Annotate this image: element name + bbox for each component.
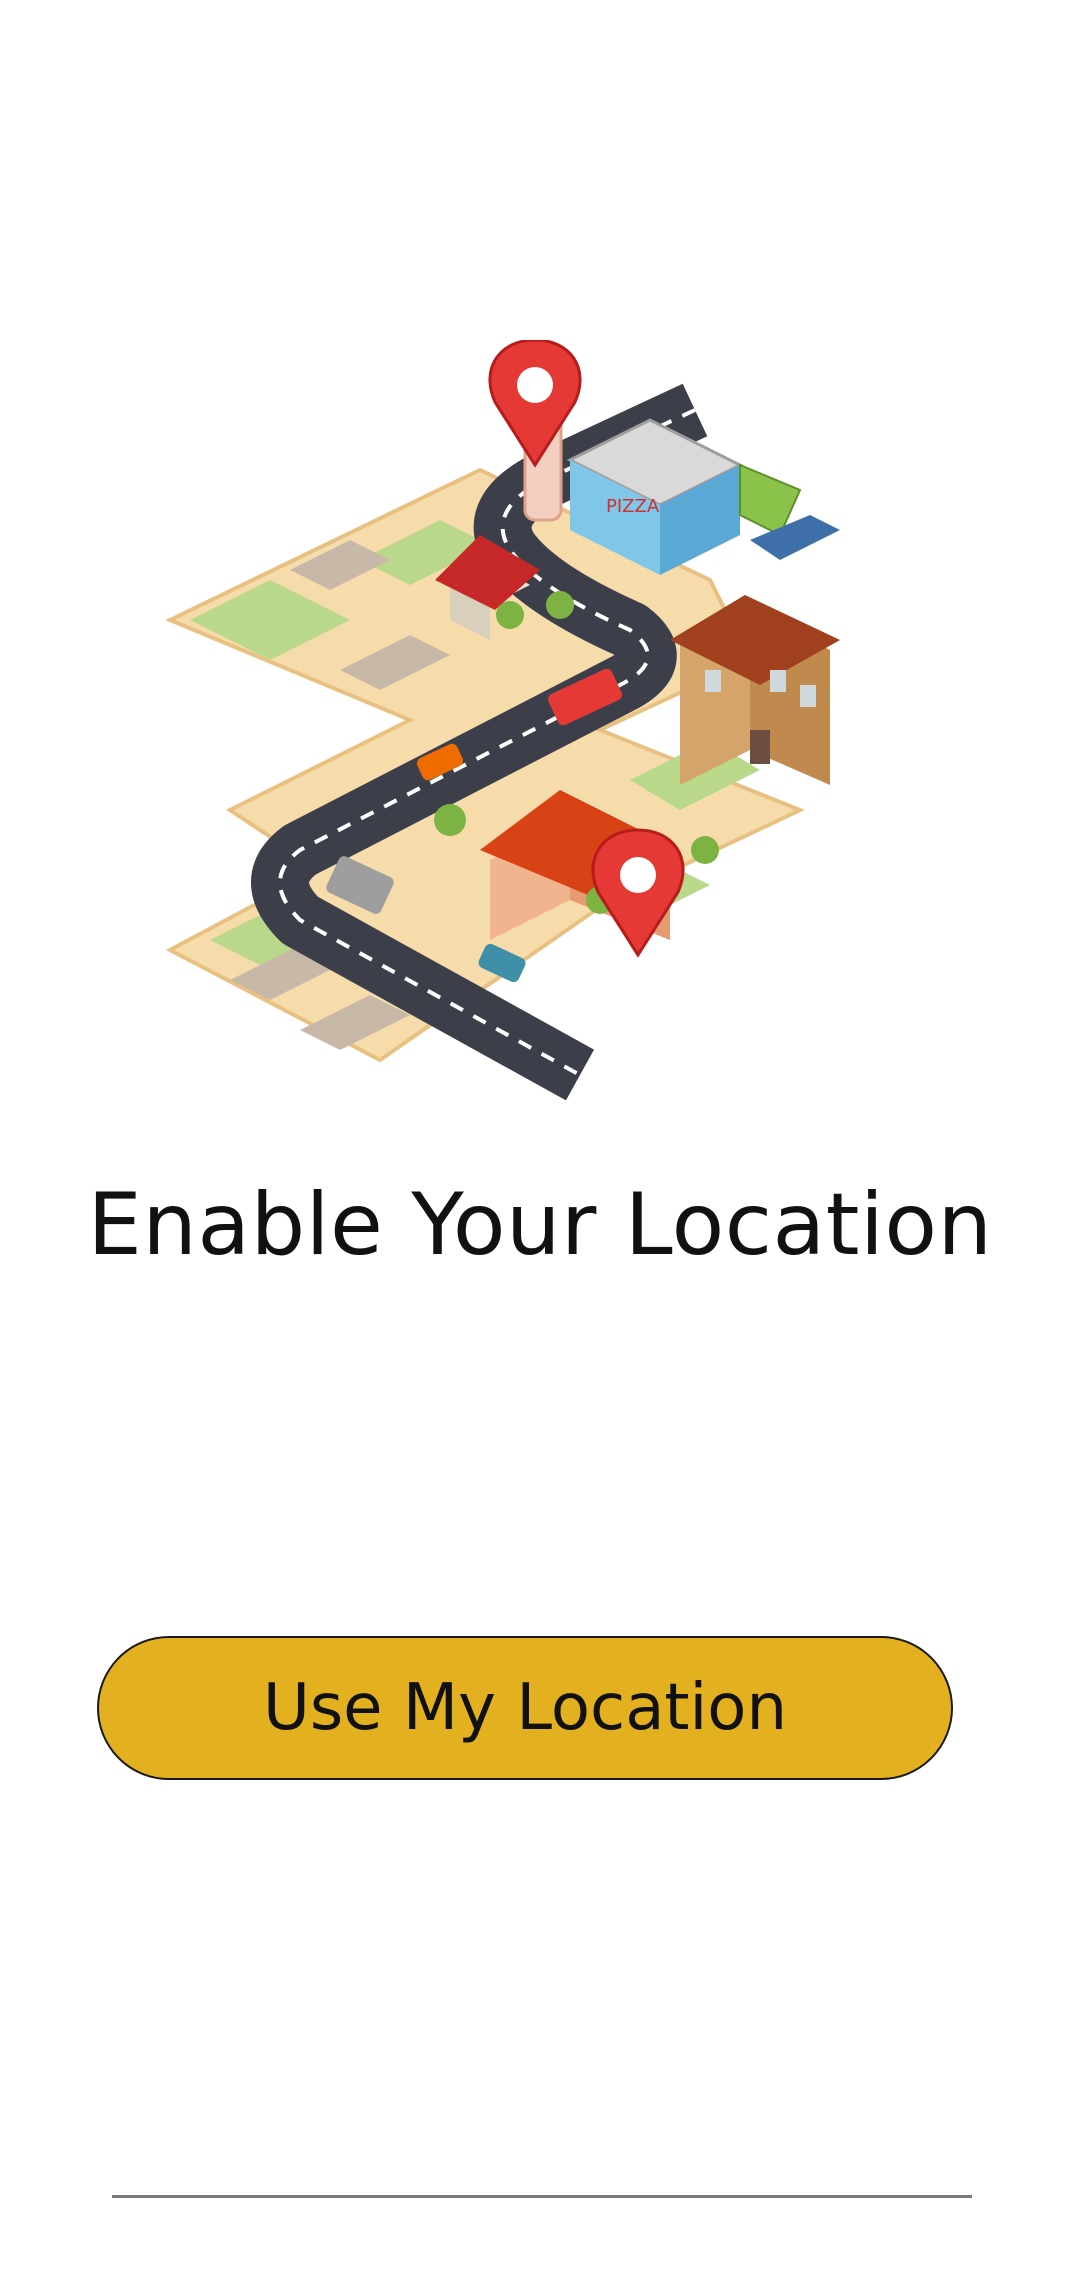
use-my-location-button[interactable]: Use My Location [97, 1636, 953, 1780]
tree [546, 591, 574, 619]
use-my-location-label: Use My Location [262, 1671, 788, 1745]
brown-house-window [770, 670, 786, 692]
tree [691, 836, 719, 864]
brown-house-window [800, 685, 816, 707]
tree [496, 601, 524, 629]
tree [434, 804, 466, 836]
city-map-illustration: PIZZA [165, 340, 840, 1100]
pizza-sign-label: PIZZA [606, 496, 660, 517]
page-title: Enable Your Location [87, 1175, 993, 1275]
home-indicator [112, 2195, 972, 2198]
brown-house-door [750, 730, 770, 764]
brown-house-window [705, 670, 721, 692]
